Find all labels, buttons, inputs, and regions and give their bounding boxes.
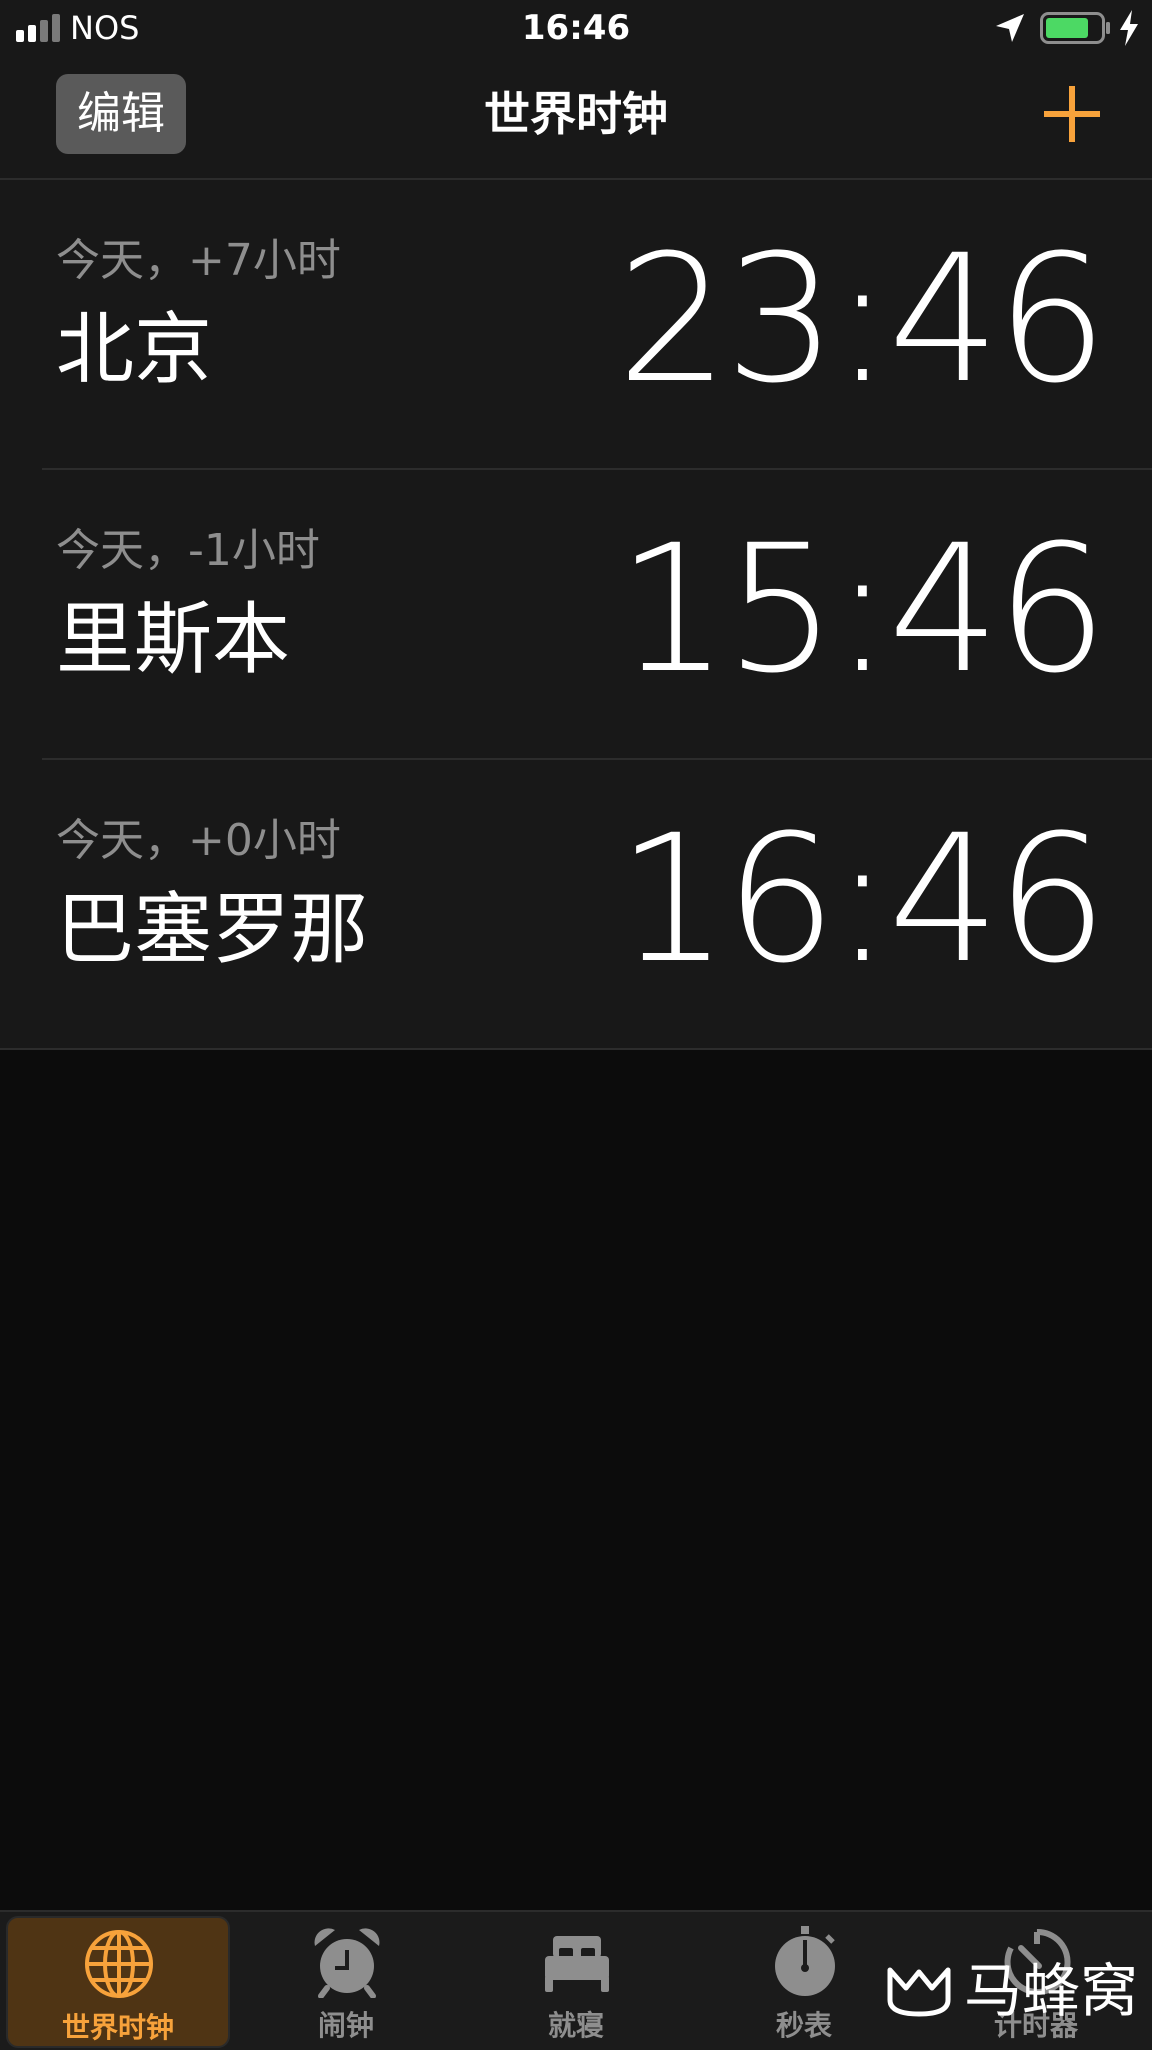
time-offset: 今天，-1小时 bbox=[56, 525, 320, 576]
signal-strength-icon bbox=[16, 14, 60, 42]
tab-stopwatch[interactable]: 秒表 bbox=[694, 1916, 914, 2044]
city-time: 15:46 bbox=[616, 507, 1108, 712]
charging-bolt-icon bbox=[1120, 10, 1138, 46]
city-time: 16:46 bbox=[616, 797, 1108, 1002]
status-bar: NOS 16:46 bbox=[0, 0, 1152, 56]
bed-icon bbox=[545, 1936, 609, 1992]
clock-row[interactable]: 今天，-1小时 里斯本 15:46 bbox=[42, 470, 1152, 760]
plus-icon[interactable] bbox=[1040, 82, 1104, 146]
watermark-text: 马蜂窝 bbox=[964, 1957, 1139, 2025]
carrier-name: NOS bbox=[70, 9, 140, 47]
tab-label: 就寝 bbox=[547, 2009, 604, 2042]
city-name: 巴塞罗那 bbox=[56, 885, 369, 975]
nav-bar: 编辑 世界时钟 bbox=[0, 56, 1152, 180]
city-time: 23:46 bbox=[616, 217, 1108, 422]
city-name: 里斯本 bbox=[56, 595, 291, 685]
tab-label: 世界时钟 bbox=[61, 2011, 174, 2044]
globe-icon bbox=[85, 1930, 153, 1998]
tab-world-clock[interactable]: 世界时钟 bbox=[6, 1916, 230, 2048]
city-name: 北京 bbox=[56, 305, 213, 395]
time-offset: 今天，+0小时 bbox=[56, 815, 341, 866]
tab-bedtime[interactable]: 就寝 bbox=[466, 1916, 686, 2044]
battery-icon bbox=[1040, 12, 1110, 44]
tab-label: 闹钟 bbox=[317, 2009, 374, 2042]
page-title: 世界时钟 bbox=[484, 87, 668, 141]
alarm-clock-icon bbox=[314, 1928, 380, 1998]
time-offset: 今天，+7小时 bbox=[56, 235, 341, 286]
clock-row[interactable]: 今天，+7小时 北京 23:46 bbox=[42, 180, 1152, 470]
status-time: 16:46 bbox=[521, 8, 631, 48]
mafengwo-logo-icon bbox=[887, 1967, 951, 2017]
tab-label: 秒表 bbox=[775, 2009, 832, 2042]
tab-alarm[interactable]: 闹钟 bbox=[236, 1916, 456, 2044]
clock-row[interactable]: 今天，+0小时 巴塞罗那 16:46 bbox=[0, 760, 1152, 1050]
location-arrow-icon bbox=[996, 14, 1024, 42]
world-clock-list: 今天，+7小时 北京 23:46 今天，-1小时 里斯本 15:46 今天，+0… bbox=[0, 180, 1152, 1050]
watermark: 马蜂窝 bbox=[886, 1956, 1146, 2026]
edit-button[interactable]: 编辑 bbox=[56, 74, 186, 154]
stopwatch-icon bbox=[775, 1926, 835, 1996]
